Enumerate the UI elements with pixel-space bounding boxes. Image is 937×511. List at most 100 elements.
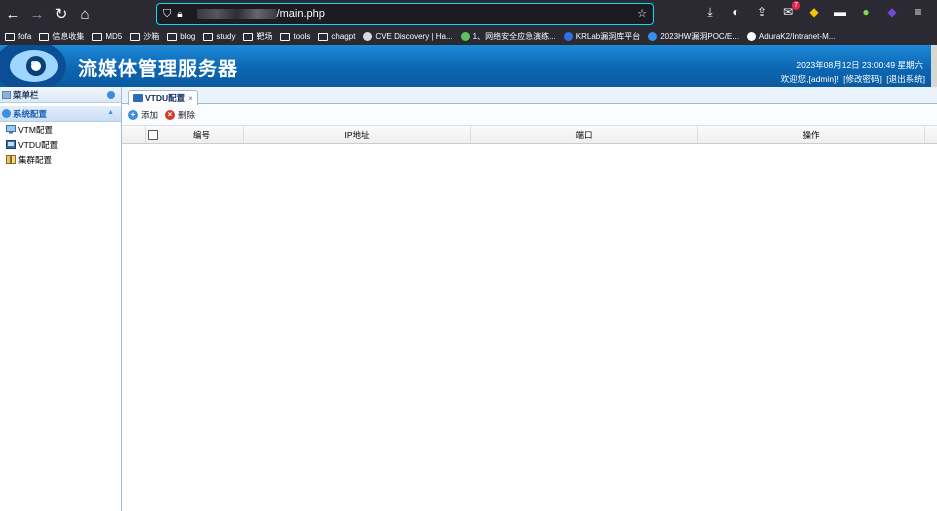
folder-icon bbox=[39, 32, 50, 41]
terminal-icon bbox=[133, 94, 143, 102]
folder-icon bbox=[92, 32, 103, 41]
panel-tool-icon[interactable] bbox=[107, 91, 115, 99]
hat-extension-icon[interactable]: ▬ bbox=[831, 3, 849, 21]
app-title: 流媒体管理服务器 bbox=[78, 58, 239, 80]
extension-badge: 7 bbox=[792, 1, 800, 10]
site-favicon-icon bbox=[363, 32, 373, 41]
add-button[interactable]: + 添加 bbox=[128, 109, 158, 121]
bookmark-label: blog bbox=[180, 32, 196, 41]
select-all-checkbox[interactable] bbox=[148, 129, 158, 140]
gear-icon bbox=[2, 109, 11, 118]
bookmark-item[interactable]: MD5 bbox=[92, 32, 122, 41]
column-header-id[interactable]: 编号 bbox=[160, 126, 244, 143]
plus-icon: + bbox=[128, 109, 138, 120]
system-config-section-header[interactable]: 系统配置 ▲ bbox=[0, 106, 121, 122]
bookmark-label: 1、网络安全应急演练... bbox=[472, 32, 556, 41]
burp-extension-icon[interactable]: ◆ bbox=[805, 3, 823, 21]
bookmark-item[interactable]: 2023HW漏洞POC/E... bbox=[648, 31, 739, 42]
site-favicon-icon bbox=[746, 32, 756, 41]
bookmark-label: 信息收集 bbox=[52, 32, 85, 41]
column-header-ip[interactable]: IP地址 bbox=[244, 126, 471, 143]
bookmark-item[interactable]: AduraK2/Intranet-M... bbox=[746, 32, 835, 41]
folder-icon bbox=[130, 32, 141, 41]
sidebar-item-cluster[interactable]: 集群配置 bbox=[0, 152, 121, 167]
sidebar-item-vtdu[interactable]: VTDU配置 bbox=[0, 137, 121, 152]
download-icon[interactable]: ⤓ bbox=[701, 3, 719, 21]
collapse-up-icon[interactable]: ▲ bbox=[107, 109, 114, 116]
forward-arrow-icon[interactable]: → bbox=[26, 3, 48, 25]
header-datetime: 2023年08月12日 23:00:49 星期六 bbox=[796, 60, 923, 70]
bookmark-item[interactable]: 沙箱 bbox=[130, 31, 159, 42]
logout-link[interactable]: [退出系统] bbox=[886, 74, 925, 84]
bookmark-item[interactable]: fofa bbox=[5, 32, 31, 41]
bookmark-label: 靶场 bbox=[256, 32, 273, 41]
delete-x-icon: × bbox=[165, 109, 176, 120]
bookmark-label: chagpt bbox=[331, 32, 356, 41]
shield-icon: ⛉ bbox=[163, 7, 172, 20]
add-label: 添加 bbox=[141, 109, 159, 120]
bookmark-item[interactable]: study bbox=[203, 32, 235, 41]
back-arrow-icon[interactable]: ← bbox=[2, 3, 24, 25]
sidebar-item-label: VTDU配置 bbox=[18, 139, 59, 150]
eye-logo-icon bbox=[0, 45, 66, 87]
welcome-text: 欢迎您,[admin]! bbox=[780, 74, 839, 84]
sidebar-item-label: 集群配置 bbox=[18, 154, 53, 165]
reload-icon[interactable]: ↻ bbox=[50, 3, 72, 25]
header-user-links: 欢迎您,[admin]! [修改密码] [退出系统] bbox=[779, 73, 925, 85]
menu-hamburger-icon[interactable]: ≡ bbox=[909, 3, 927, 21]
table-header: 编号 IP地址 端口 操作 bbox=[122, 125, 937, 144]
menu-panel-title: 菜单栏 bbox=[13, 89, 39, 100]
header-spacer bbox=[122, 126, 146, 143]
tab-label: VTDU配置 bbox=[145, 93, 186, 103]
close-icon[interactable]: × bbox=[188, 94, 193, 103]
bookmark-item[interactable]: 1、网络安全应急演练... bbox=[460, 31, 556, 42]
gem-extension-icon[interactable]: ◆ bbox=[883, 3, 901, 21]
monitor-icon bbox=[6, 125, 16, 134]
main-content: VTDU配置 × + 添加 × 删除 编号 IP地址 端口 操作 bbox=[122, 87, 937, 511]
bookmark-item[interactable]: tools bbox=[280, 32, 310, 41]
bookmark-item[interactable]: blog bbox=[167, 32, 195, 41]
bookmark-item[interactable]: 信息收集 bbox=[39, 31, 84, 42]
url-bar[interactable]: ⛉ 🔒︎ /main.php ☆ bbox=[156, 3, 654, 25]
toggle-extension-icon[interactable]: ● bbox=[857, 3, 875, 21]
bookmark-star-icon[interactable]: ☆ bbox=[637, 7, 647, 20]
delete-button[interactable]: × 删除 bbox=[165, 109, 195, 121]
extension-globe-icon[interactable]: ◐ bbox=[727, 3, 745, 21]
action-toolbar: + 添加 × 删除 bbox=[122, 104, 937, 125]
column-header-action[interactable]: 操作 bbox=[698, 126, 925, 143]
menu-panel-header: 菜单栏 bbox=[0, 87, 121, 103]
bookmark-item[interactable]: KRLab漏洞库平台 bbox=[563, 31, 641, 42]
bookmark-item[interactable]: 靶场 bbox=[243, 31, 272, 42]
window-scrollbar[interactable] bbox=[931, 45, 937, 87]
url-host-redacted bbox=[196, 9, 277, 19]
site-favicon-icon bbox=[648, 32, 658, 41]
change-password-link[interactable]: [修改密码] bbox=[843, 74, 882, 84]
share-icon[interactable]: ⇪ bbox=[753, 3, 771, 21]
column-header-port[interactable]: 端口 bbox=[471, 126, 698, 143]
site-favicon-icon bbox=[563, 32, 573, 41]
site-favicon-icon bbox=[460, 32, 470, 41]
tab-vtdu-config[interactable]: VTDU配置 × bbox=[128, 90, 198, 105]
bookmark-label: KRLab漏洞库平台 bbox=[575, 32, 641, 41]
book-icon bbox=[6, 155, 16, 164]
bookmark-item[interactable]: chagpt bbox=[318, 32, 355, 41]
browser-toolbar: ← → ↻ ⌂ ⛉ 🔒︎ /main.php ☆ ⤓ ◐ ⇪ ✉ 7 ◆ ▬ ● … bbox=[0, 0, 937, 28]
url-path: /main.php bbox=[276, 8, 325, 20]
folder-icon bbox=[5, 32, 15, 41]
folder-icon bbox=[243, 32, 254, 41]
bookmark-label: 沙箱 bbox=[143, 32, 160, 41]
folder-icon bbox=[318, 32, 329, 41]
tab-strip: VTDU配置 × bbox=[122, 87, 937, 105]
bookmark-item[interactable]: CVE Discovery | Ha... bbox=[363, 32, 453, 41]
lock-icon: 🔒︎ bbox=[177, 8, 183, 20]
home-icon[interactable]: ⌂ bbox=[74, 3, 96, 25]
bookmark-label: MD5 bbox=[105, 32, 123, 41]
section-title: 系统配置 bbox=[13, 108, 48, 119]
folder-icon bbox=[167, 32, 178, 41]
menu-icon bbox=[2, 90, 11, 99]
sidebar-item-vtm[interactable]: VTM配置 bbox=[0, 122, 121, 137]
bookmark-label: tools bbox=[293, 32, 311, 41]
delete-label: 删除 bbox=[178, 109, 196, 120]
bookmark-label: 2023HW漏洞POC/E... bbox=[660, 32, 739, 41]
extension-mail-icon[interactable]: ✉ 7 bbox=[779, 1, 800, 21]
